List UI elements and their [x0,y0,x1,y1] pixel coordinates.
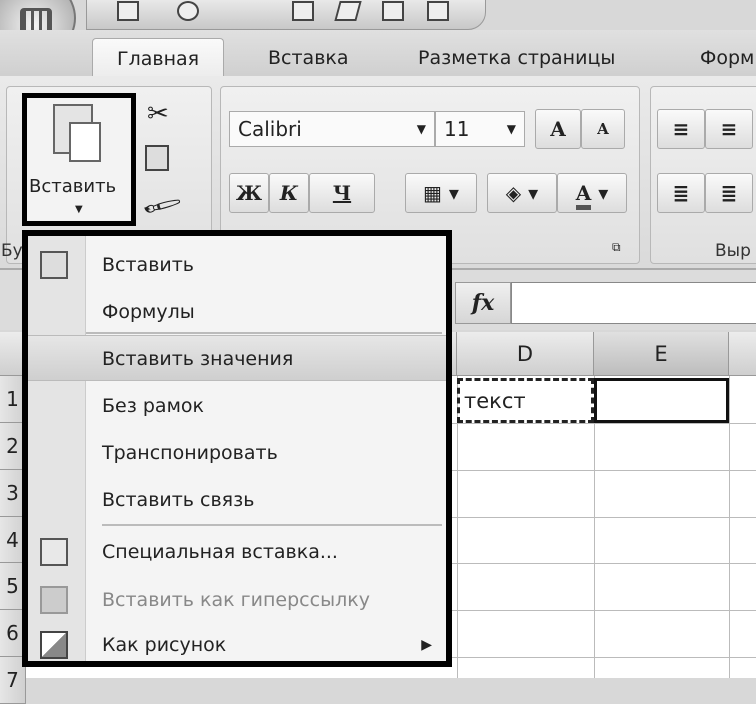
quick-access-toolbar [86,0,486,30]
menu-item-paste-special[interactable]: Специальная вставка... [28,529,446,575]
paste-document-icon [69,122,101,162]
font-color-button[interactable]: A ▾ [557,173,627,213]
insert-function-button[interactable]: fx [455,282,511,324]
paste-dropdown-menu: Вставить Формулы Вставить значения Без р… [22,230,452,667]
align-top-button[interactable]: ≡ [657,109,705,149]
menu-item-paste-hyperlink[interactable]: Вставить как гиперссылку [28,577,446,623]
paste-hyperlink-icon [40,586,68,614]
format-painter-icon[interactable]: 🖌 [140,185,184,227]
undo-icon[interactable] [177,1,199,21]
picture-icon [40,631,68,659]
clipboard-group-label: Бу [1,241,23,261]
chevron-down-icon: ▼ [75,204,83,215]
new-icon[interactable] [382,1,404,21]
align-middle-button[interactable]: ≡ [705,109,753,149]
paste-special-icon [40,538,68,566]
menu-item-paste-values[interactable]: Вставить значения [28,335,446,381]
copy-icon[interactable] [145,145,169,171]
print-preview-icon[interactable] [292,1,314,21]
borders-icon: ▦ ▾ [423,181,459,205]
column-header-d[interactable]: D [457,332,594,376]
tab-insert[interactable]: Вставка [244,38,373,78]
edit-icon[interactable] [334,1,362,21]
alignment-group-label: Выр [715,241,751,261]
underline-button[interactable]: Ч [309,173,375,213]
grow-font-button[interactable]: A [535,109,581,149]
italic-button[interactable]: К [269,173,309,213]
ribbon-tabs: Главная Вставка Разметка страницы Форм [0,30,756,78]
font-size-combo[interactable]: 11 ▼ [435,111,525,147]
tab-formulas[interactable]: Форм [676,38,756,78]
align-center-button[interactable]: ≣ [705,173,753,213]
alignment-group: ≡ ≡ ≣ ≣ Выр [650,86,756,264]
column-header-f[interactable] [729,332,756,376]
cell-d1[interactable]: текст [457,378,594,423]
dialog-launcher-icon[interactable]: ⧉ [612,240,621,255]
menu-item-paste-link[interactable]: Вставить связь [28,477,446,523]
menu-item-formulas[interactable]: Формулы [28,289,446,335]
bold-button[interactable]: Ж [229,173,269,213]
cell-e1-selected[interactable] [594,378,729,423]
menu-item-transpose[interactable]: Транспонировать [28,430,446,476]
fill-bucket-icon: ◈ ▾ [505,181,539,205]
paste-button[interactable]: Вставить ▼ [22,93,136,226]
fill-color-button[interactable]: ◈ ▾ [487,173,557,213]
paste-icon [40,251,68,279]
cut-icon[interactable]: ✂ [147,99,169,129]
menu-item-no-borders[interactable]: Без рамок [28,383,446,429]
font-name-combo[interactable]: Calibri ▼ [229,111,435,147]
formula-input[interactable] [511,282,756,324]
shrink-font-button[interactable]: A [581,109,625,149]
borders-button[interactable]: ▦ ▾ [405,173,477,213]
align-left-button[interactable]: ≣ [657,173,705,213]
tab-home[interactable]: Главная [92,38,225,78]
menu-item-paste[interactable]: Вставить [28,242,446,288]
open-icon[interactable] [427,1,449,21]
menu-item-as-picture[interactable]: Как рисунок ▶ [28,622,446,668]
submenu-arrow-icon: ▶ [421,637,432,653]
tab-page-layout[interactable]: Разметка страницы [394,38,639,78]
column-header-e[interactable]: E [594,332,729,376]
save-icon[interactable] [117,1,139,21]
paste-label: Вставить [29,176,117,197]
